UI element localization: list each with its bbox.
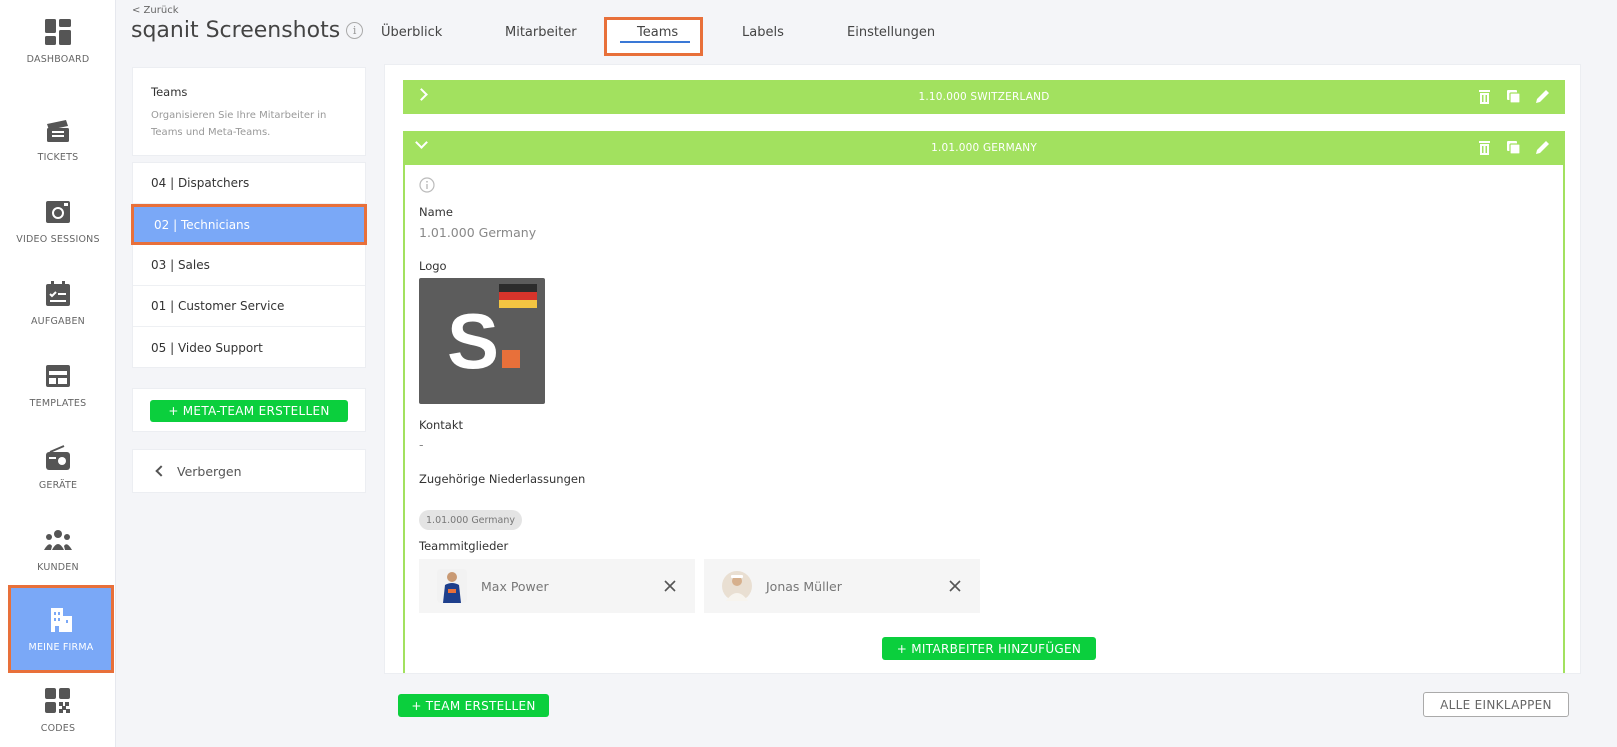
teams-info-card: Teams Organisieren Sie Ihre Mitarbeiter …: [132, 67, 366, 156]
nav-label: CODES: [40, 722, 76, 734]
nav-label: AUFGABEN: [30, 315, 85, 327]
logo-letter: S: [447, 297, 500, 385]
team-list: 04 | Dispatchers 02 | Technicians 03 | S…: [131, 162, 367, 368]
back-link[interactable]: < Zurück: [132, 5, 178, 16]
nav-label: KUNDEN: [37, 561, 79, 573]
nav-item-tickets[interactable]: TICKETS: [0, 98, 116, 180]
teams-heading: Teams: [151, 85, 188, 99]
member-card: Jonas Müller: [704, 559, 980, 613]
nav-item-video-sessions[interactable]: VIDEO SESSIONS: [0, 180, 116, 262]
nav-label: VIDEO SESSIONS: [16, 233, 100, 245]
company-icon: [51, 607, 72, 632]
devices-icon: [46, 444, 70, 470]
copy-icon[interactable]: [1505, 88, 1522, 105]
tab-labels[interactable]: Labels: [742, 25, 784, 40]
team-row-technicians[interactable]: 02 | Technicians: [131, 204, 367, 245]
info-icon[interactable]: [419, 177, 435, 193]
team-logo: S: [419, 278, 545, 404]
team-detail-panel: Name 1.01.000 Germany Logo S Kontakt - Z…: [403, 133, 1565, 673]
tab-einstellungen[interactable]: Einstellungen: [847, 25, 935, 40]
member-name: Jonas Müller: [766, 578, 842, 594]
team-bar-switzerland[interactable]: 1.10.000 SWITZERLAND: [403, 80, 1565, 114]
dashboard-icon: [45, 18, 71, 45]
nav-item-kunden[interactable]: KUNDEN: [0, 508, 116, 590]
nav-item-dashboard[interactable]: DASHBOARD: [0, 0, 116, 82]
hide-label: Verbergen: [177, 463, 242, 479]
left-navigation: DASHBOARD TICKETS VIDEO SESSIONS AUFGABE…: [0, 0, 116, 747]
branches-label: Zugehörige Niederlassungen: [419, 472, 586, 486]
nav-item-geraete[interactable]: GERÄTE: [0, 426, 116, 508]
active-tab-indicator: [620, 41, 690, 43]
chevron-right-icon[interactable]: [415, 88, 428, 101]
chevron-left-icon: [155, 465, 167, 477]
trash-icon[interactable]: [1476, 88, 1493, 105]
teams-description: Organisieren Sie Ihre Mitarbeiter in Tea…: [151, 110, 327, 138]
team-bar-title: 1.10.000 SWITZERLAND: [918, 91, 1050, 103]
page-title: sqanit Screenshots i: [131, 18, 364, 43]
team-row-dispatchers[interactable]: 04 | Dispatchers: [133, 163, 365, 204]
edit-icon[interactable]: [1534, 88, 1551, 105]
info-icon[interactable]: i: [346, 22, 364, 39]
close-icon[interactable]: [948, 579, 962, 593]
nav-item-meine-firma[interactable]: MEINE FIRMA: [8, 585, 114, 673]
bar-actions: [1476, 88, 1551, 105]
collapse-all-button[interactable]: ALLE EINKLAPPEN: [1423, 692, 1569, 717]
contact-value: -: [419, 437, 424, 452]
team-row-sales[interactable]: 03 | Sales: [133, 245, 365, 286]
create-team-button[interactable]: + TEAM ERSTELLEN: [398, 694, 549, 717]
nav-label: DASHBOARD: [26, 53, 90, 65]
tab-teams[interactable]: Teams: [637, 25, 678, 40]
nav-label: MEINE FIRMA: [28, 641, 94, 653]
name-value: 1.01.000 Germany: [419, 225, 537, 240]
name-label: Name: [419, 205, 453, 219]
member-card: Max Power: [419, 559, 695, 613]
add-member-button[interactable]: + MITARBEITER HINZUFÜGEN: [882, 637, 1096, 660]
nav-item-codes[interactable]: CODES: [0, 673, 116, 747]
create-meta-team-button[interactable]: + META-TEAM ERSTELLEN: [150, 400, 348, 422]
members-label: Teammitglieder: [419, 539, 509, 553]
close-icon[interactable]: [663, 579, 677, 593]
tab-mitarbeiter[interactable]: Mitarbeiter: [505, 25, 577, 40]
templates-icon: [46, 364, 70, 387]
page-title-text: sqanit Screenshots: [131, 18, 341, 43]
tab-ueberblick[interactable]: Überblick: [381, 25, 442, 40]
contact-label: Kontakt: [419, 418, 464, 432]
tickets-icon: [47, 119, 69, 142]
nav-item-aufgaben[interactable]: AUFGABEN: [0, 262, 116, 344]
member-name: Max Power: [481, 578, 549, 594]
tasks-icon: [46, 280, 70, 306]
meta-team-card: + META-TEAM ERSTELLEN: [132, 388, 366, 432]
team-detail-area: 1.10.000 SWITZERLAND 1.01.000 GERMANY Na…: [384, 64, 1581, 674]
hide-panel-button[interactable]: Verbergen: [132, 449, 366, 493]
codes-icon: [45, 687, 70, 713]
logo-label: Logo: [419, 259, 447, 273]
avatar: [437, 569, 467, 603]
branch-chip[interactable]: 1.01.000 Germany: [419, 510, 522, 530]
team-row-customer-service[interactable]: 01 | Customer Service: [133, 286, 365, 327]
nav-label: TEMPLATES: [29, 397, 87, 409]
avatar: [722, 571, 752, 601]
nav-label: GERÄTE: [38, 479, 78, 491]
customers-icon: [44, 529, 72, 550]
video-sessions-icon: [46, 200, 70, 223]
nav-label: TICKETS: [37, 151, 79, 163]
team-row-video-support[interactable]: 05 | Video Support: [133, 327, 365, 368]
nav-item-templates[interactable]: TEMPLATES: [0, 344, 116, 426]
